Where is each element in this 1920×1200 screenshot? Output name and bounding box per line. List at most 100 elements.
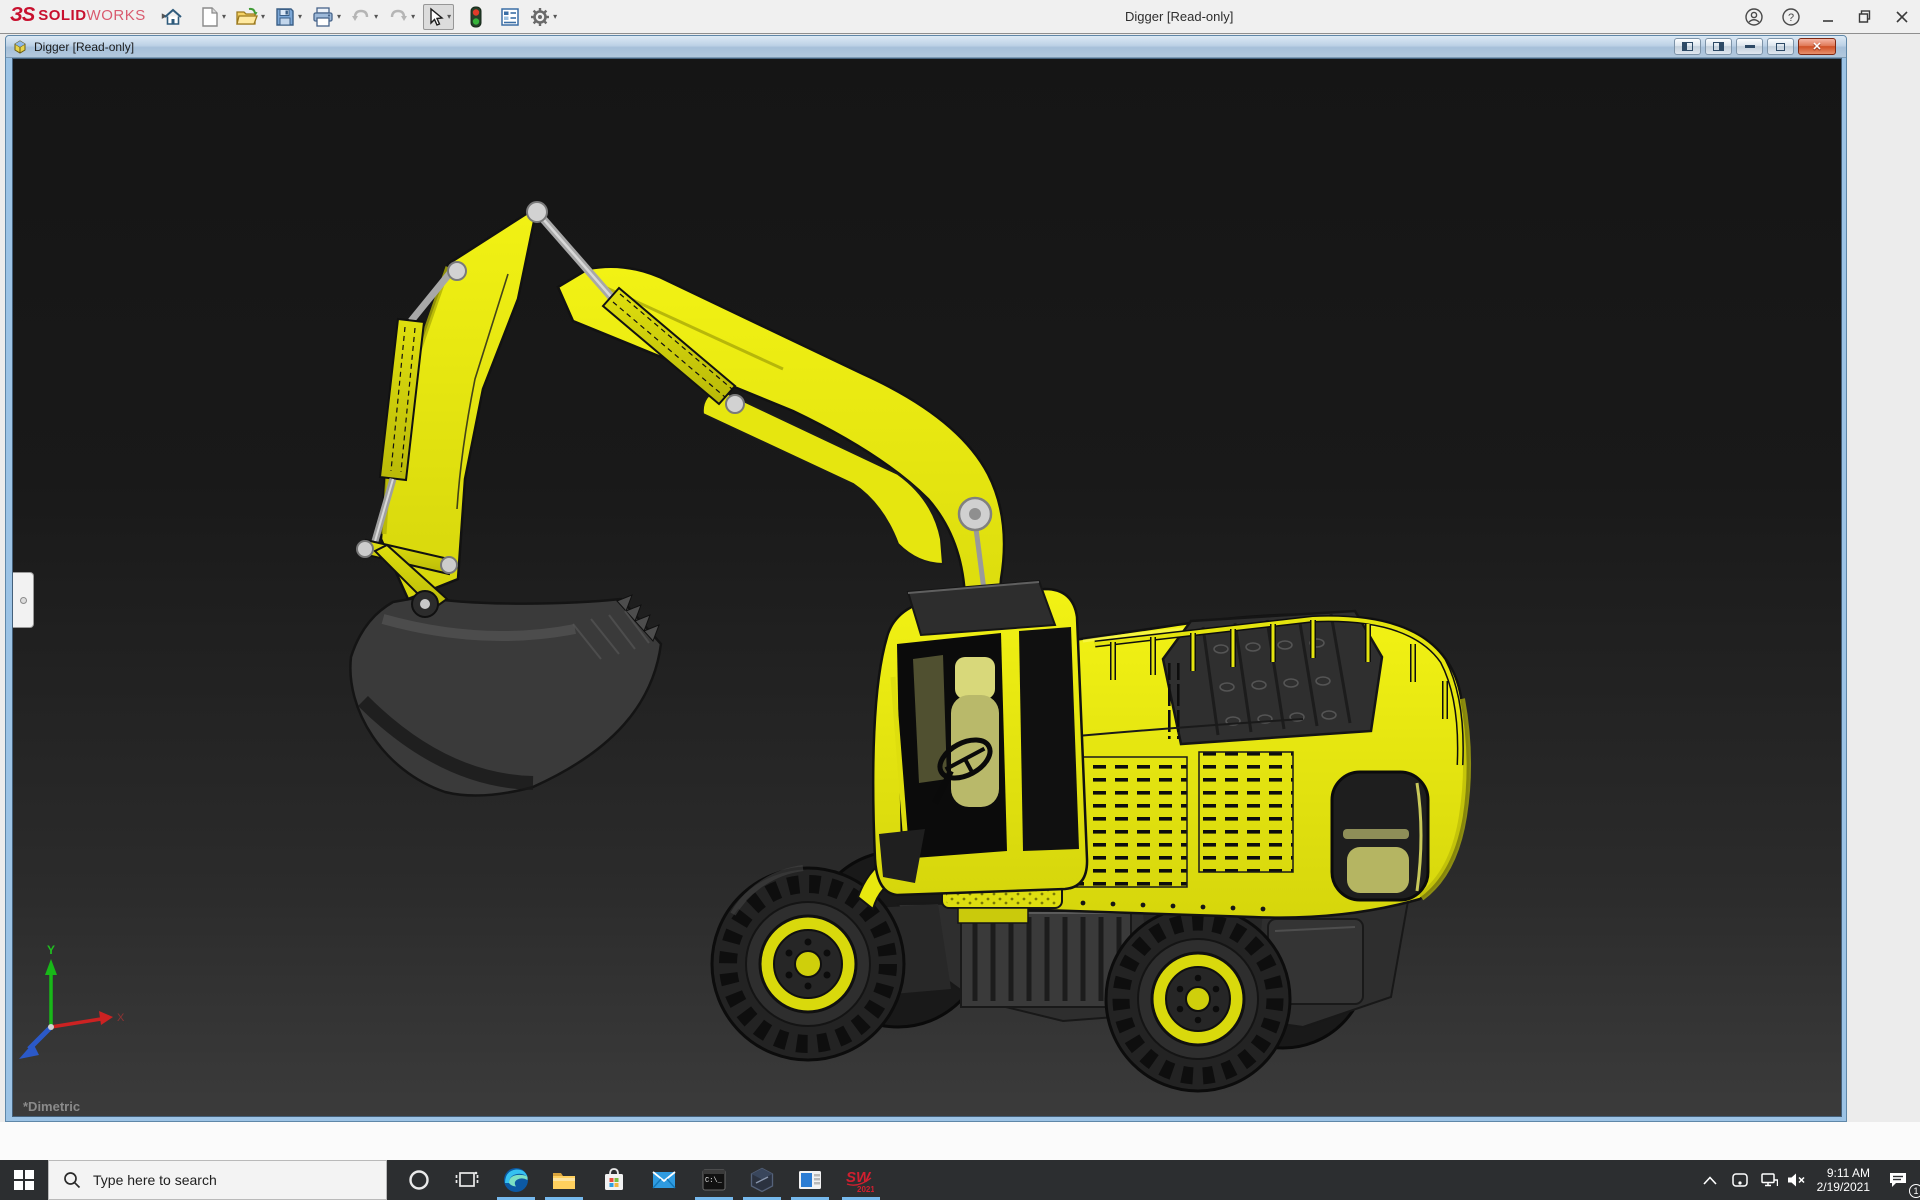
user-account-icon — [1745, 8, 1763, 26]
taskbar-app-file-explorer[interactable] — [540, 1160, 588, 1200]
tray-time: 9:11 AM — [1827, 1166, 1870, 1180]
notification-icon — [1888, 1171, 1908, 1189]
taskbar-app-solidworks[interactable]: SW 2021 — [835, 1160, 883, 1200]
clock[interactable]: 9:11 AM 2/19/2021 — [1811, 1160, 1876, 1200]
tray-utility-button[interactable] — [1725, 1160, 1755, 1200]
print-icon — [312, 7, 334, 27]
main-toolbar: ▾ ▾ ▾ — [158, 0, 562, 33]
cortana-button[interactable] — [395, 1160, 443, 1200]
undo-button[interactable]: ▾ — [349, 6, 380, 28]
traffic-light-icon — [470, 6, 482, 28]
print-dropdown[interactable]: ▾ — [337, 12, 341, 21]
right-pane-icon — [1713, 42, 1724, 51]
taskbar-app-edge[interactable] — [492, 1160, 540, 1200]
open-button[interactable]: ▾ — [234, 5, 267, 29]
system-tray: 9:11 AM 2/19/2021 1 — [1695, 1160, 1920, 1200]
document-title: Digger [Read-only] — [34, 40, 134, 54]
document-window-controls: ✕ — [1674, 38, 1836, 55]
open-dropdown[interactable]: ▾ — [261, 12, 265, 21]
bucket — [350, 595, 661, 796]
taskbar-app-store[interactable] — [590, 1160, 638, 1200]
sw-icon-year: 2021 — [857, 1185, 874, 1194]
taskbar-search-input[interactable]: Type here to search — [48, 1160, 387, 1200]
edrawings-hexagon-icon — [749, 1167, 775, 1193]
triad-y-label: Y — [47, 943, 55, 957]
doc-minimize-button[interactable] — [1736, 38, 1763, 55]
new-document-dropdown[interactable]: ▾ — [222, 12, 226, 21]
left-pane-icon — [1682, 42, 1693, 51]
minimize-icon — [1821, 10, 1835, 24]
chevron-up-icon — [1703, 1176, 1717, 1185]
redo-dropdown[interactable]: ▾ — [411, 12, 415, 21]
select-tool-button[interactable]: ▾ — [423, 4, 454, 30]
sheet-properties-button[interactable] — [498, 5, 522, 29]
search-placeholder-text: Type here to search — [93, 1172, 217, 1188]
doc-minimize-icon — [1745, 45, 1755, 48]
document-titlebar[interactable]: Digger [Read-only] ✕ — [6, 36, 1846, 58]
volume-button[interactable] — [1783, 1160, 1811, 1200]
taskbar-app-command-prompt[interactable]: C:\_ — [690, 1160, 738, 1200]
doc-close-button[interactable]: ✕ — [1798, 38, 1836, 55]
cab — [873, 581, 1087, 895]
volume-muted-icon — [1787, 1172, 1806, 1188]
cmd-icon-text: C:\_ — [705, 1177, 723, 1185]
featuremanager-collapse-tab[interactable] — [13, 572, 34, 628]
open-folder-icon — [236, 7, 258, 27]
status-bar — [0, 1122, 1920, 1160]
orientation-triad: Y X — [19, 943, 125, 1059]
tray-chevron-button[interactable] — [1695, 1160, 1725, 1200]
search-icon — [63, 1171, 81, 1189]
collapse-left-pane-button[interactable] — [1674, 38, 1701, 55]
new-document-icon — [201, 7, 219, 27]
doc-restore-button[interactable] — [1767, 38, 1794, 55]
account-button[interactable] — [1735, 0, 1772, 33]
edge-icon — [503, 1167, 529, 1193]
restore-button[interactable] — [1846, 0, 1883, 33]
undo-icon — [351, 8, 371, 26]
minimize-button[interactable] — [1809, 0, 1846, 33]
file-explorer-icon — [551, 1167, 577, 1193]
redo-button[interactable]: ▾ — [386, 6, 417, 28]
tray-utility-icon — [1731, 1171, 1749, 1189]
save-button[interactable]: ▾ — [273, 5, 304, 29]
save-floppy-icon — [275, 7, 295, 27]
brand-text-solid: SOLID — [38, 7, 86, 24]
options-button[interactable]: ▾ — [528, 5, 559, 29]
solidworks-logo: ЗS SOLID WORKS ▸ — [10, 4, 167, 27]
collapse-right-pane-button[interactable] — [1705, 38, 1732, 55]
select-tool-dropdown[interactable]: ▾ — [447, 12, 451, 21]
graphics-viewport[interactable]: Y X *Dimetric — [12, 58, 1842, 1117]
sw-icon-text: SW — [846, 1169, 872, 1186]
brand-text-works: WORKS — [87, 7, 146, 24]
mail-icon — [651, 1167, 677, 1193]
undo-dropdown[interactable]: ▾ — [374, 12, 378, 21]
start-button[interactable] — [0, 1160, 48, 1200]
help-icon: ? — [1782, 8, 1800, 26]
action-center-button[interactable]: 1 — [1876, 1160, 1920, 1200]
home-icon — [163, 7, 183, 27]
home-button[interactable] — [161, 5, 185, 29]
new-document-button[interactable]: ▾ — [199, 5, 228, 29]
save-dropdown[interactable]: ▾ — [298, 12, 302, 21]
taskbar-app-mail[interactable] — [640, 1160, 688, 1200]
print-button[interactable]: ▾ — [310, 5, 343, 29]
rear-wheel — [1106, 907, 1290, 1091]
task-view-button[interactable] — [443, 1160, 491, 1200]
document-window: Digger [Read-only] ✕ — [5, 35, 1847, 1122]
task-view-icon — [455, 1170, 479, 1190]
tray-date: 2/19/2021 — [1817, 1180, 1870, 1194]
app-window-controls: ? — [1735, 0, 1920, 33]
solidworks-app-icon: SW 2021 — [844, 1166, 874, 1194]
redo-icon — [388, 8, 408, 26]
help-button[interactable]: ? — [1772, 0, 1809, 33]
app-window-title: Digger [Read-only] — [1125, 9, 1233, 24]
taskbar-app-media[interactable] — [786, 1160, 834, 1200]
rebuild-button[interactable] — [468, 4, 484, 30]
taskbar-app-edrawings[interactable] — [738, 1160, 786, 1200]
options-dropdown[interactable]: ▾ — [553, 12, 557, 21]
gear-icon — [530, 7, 550, 27]
select-cursor-icon — [426, 7, 444, 27]
network-button[interactable] — [1755, 1160, 1783, 1200]
rear-opening — [1332, 772, 1428, 900]
close-button[interactable] — [1883, 0, 1920, 33]
